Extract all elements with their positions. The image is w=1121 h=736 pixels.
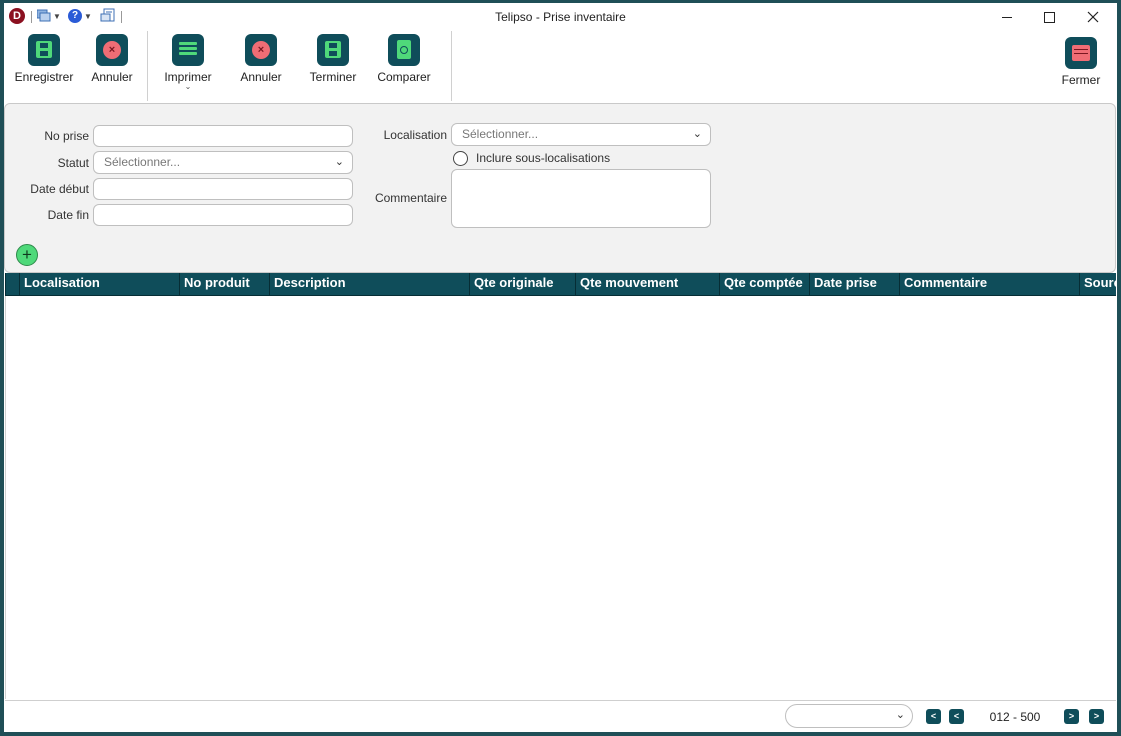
localisation-label: Localisation [383,128,447,142]
annuler-impression-button[interactable]: × Annuler [236,34,286,84]
first-page-button[interactable]: < [926,709,941,724]
commentaire-textarea[interactable] [451,169,711,228]
next-page-button[interactable]: > [1064,709,1079,724]
printer-icon [172,34,204,66]
filter-form: No prise Statut Sélectionner... ⌄ Date d… [4,103,1116,273]
no-prise-input[interactable] [93,125,353,147]
imprimer-button[interactable]: Imprimer ⌄ [159,34,217,91]
title-bar: D ▼ ? ▼ Telipso - Prise inventaire [4,3,1117,31]
column-header-localisation[interactable]: Localisation [19,273,179,295]
localisation-select-placeholder: Sélectionner... [462,127,539,141]
statut-label: Statut [57,156,89,170]
terminer-button[interactable]: Terminer [304,34,362,84]
chevron-left-icon: < [953,711,960,721]
date-debut-label: Date début [30,182,89,196]
cancel-icon: × [245,34,277,66]
inclure-sous-localisations-radio[interactable] [453,151,468,166]
toolbar-separator [147,31,148,101]
terminer-label: Terminer [309,70,357,84]
commentaire-label: Commentaire [374,191,447,205]
app-window: D ▼ ? ▼ Telipso - Prise inventaire Enreg… [4,3,1117,732]
column-header-commentaire[interactable]: Commentaire [899,273,1079,295]
inclure-sous-localisations-label: Inclure sous-localisations [476,151,611,165]
comparer-button[interactable]: Comparer [373,34,435,84]
compare-icon [388,34,420,66]
plus-icon: + [22,245,32,264]
column-header-date-prise[interactable]: Date prise [809,273,899,295]
column-header-qte-mouvement[interactable]: Qte mouvement [575,273,719,295]
grid-header: Localisation No produit Description Qte … [5,273,1116,296]
window-title: Telipso - Prise inventaire [495,10,626,24]
chevron-right-icon: > [1068,711,1075,721]
maximize-button[interactable] [1029,3,1069,31]
column-header-no-produit[interactable]: No produit [179,273,269,295]
date-debut-input[interactable] [93,178,353,200]
maximize-icon [1043,11,1055,23]
last-page-button[interactable]: > [1089,709,1104,724]
chevron-right-icon: > [1093,711,1100,721]
close-window-button[interactable] [1073,3,1113,31]
chevron-down-icon: ⌄ [692,128,702,140]
annuler-label: Annuler [240,70,282,84]
chevron-left-icon: < [930,711,937,721]
column-header-qte-originale[interactable]: Qte originale [469,273,575,295]
minimize-icon [1002,16,1012,18]
chevron-down-icon: ⌄ [334,156,344,168]
toolbar-separator [451,31,452,101]
fermer-button[interactable]: Fermer [1058,37,1104,87]
save-icon [317,34,349,66]
page-info: 012 - 500 [989,710,1041,724]
previous-page-button[interactable]: < [949,709,964,724]
no-prise-label: No prise [44,129,89,143]
cancel-icon: × [96,34,128,66]
annuler-label: Annuler [91,70,133,84]
page-size-select[interactable]: ⌄ [785,704,913,728]
date-fin-input[interactable] [93,204,353,226]
statut-select-placeholder: Sélectionner... [104,155,181,169]
chevron-down-icon: ⌄ [895,709,905,721]
annuler-button[interactable]: × Annuler [88,34,136,84]
chevron-down-icon[interactable]: ⌄ [159,83,217,91]
close-icon [1087,11,1099,23]
grid-body[interactable] [5,296,1117,699]
row-selector-header[interactable] [5,273,19,295]
minimize-button[interactable] [987,3,1027,31]
column-header-qte-comptee[interactable]: Qte comptée [719,273,809,295]
date-fin-label: Date fin [47,208,89,222]
localisation-select[interactable]: Sélectionner... ⌄ [451,123,711,146]
save-icon [28,34,60,66]
enregistrer-label: Enregistrer [14,70,74,84]
column-header-source[interactable]: Source [1079,273,1116,295]
statut-select[interactable]: Sélectionner... ⌄ [93,151,353,174]
close-form-icon [1065,37,1097,69]
toolbar: Enregistrer × Annuler Imprimer ⌄ × Annul… [4,31,1117,104]
comparer-label: Comparer [377,70,431,84]
pagination-bar: ⌄ < < 012 - 500 > > [5,700,1116,732]
enregistrer-button[interactable]: Enregistrer [10,34,78,84]
add-line-button[interactable]: + [16,244,38,266]
column-header-description[interactable]: Description [269,273,469,295]
fermer-label: Fermer [1061,73,1101,87]
